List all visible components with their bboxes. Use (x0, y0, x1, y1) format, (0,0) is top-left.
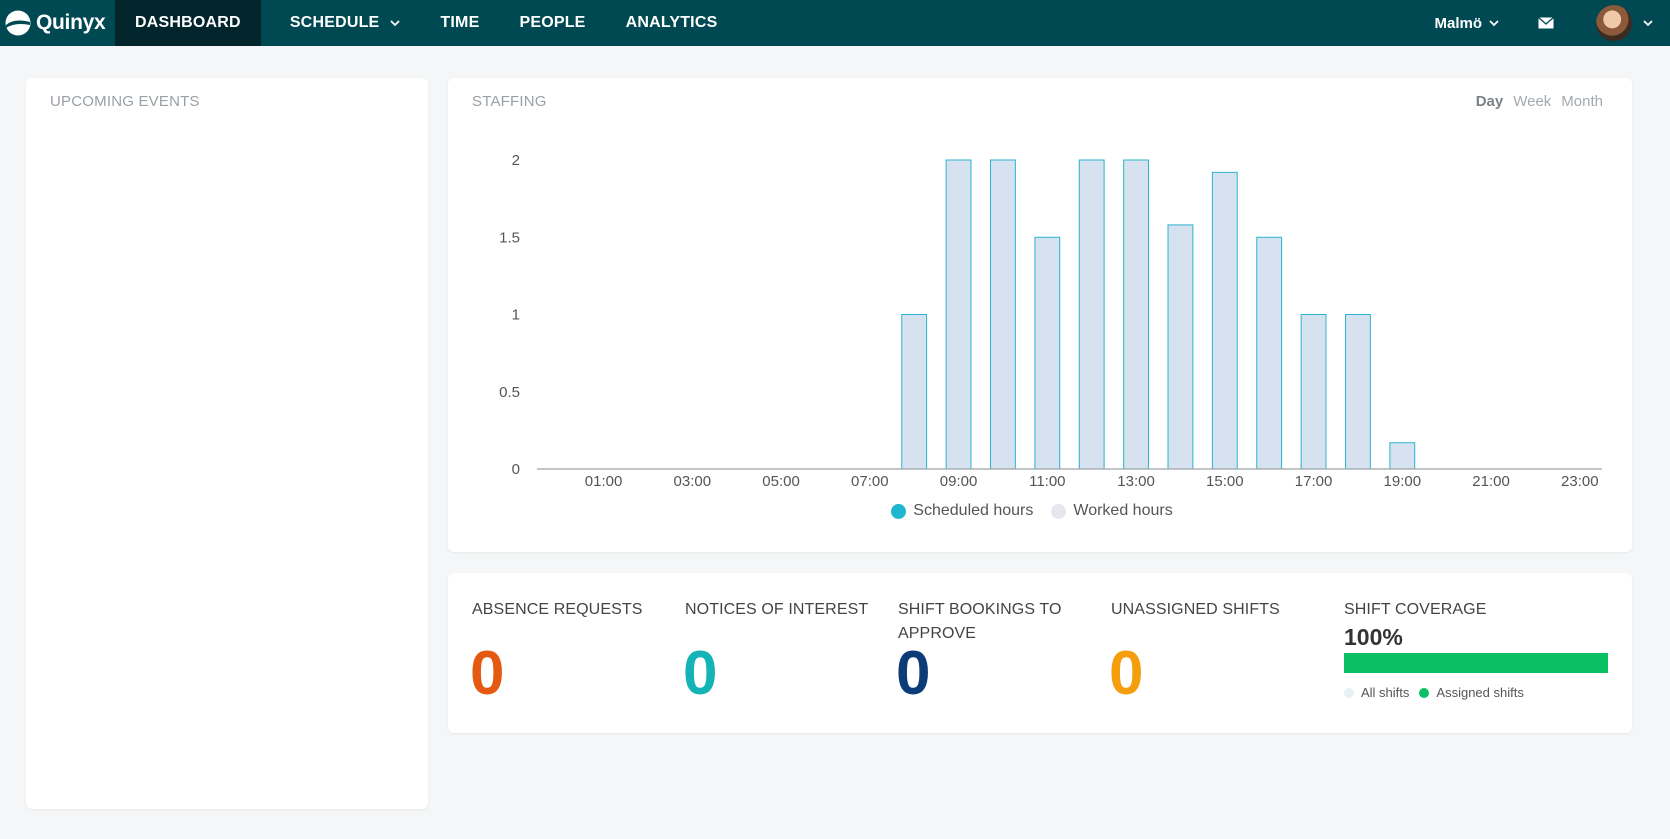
chevron-down-icon (1489, 20, 1499, 27)
nav-people[interactable]: PEOPLE (519, 0, 585, 46)
y-tick-label: 0 (512, 461, 520, 478)
bar-15:00[interactable] (1211, 171, 1238, 470)
logo-text: Quinyx (36, 11, 106, 34)
top-navigation-bar: Quinyx DASHBOARD SCHEDULE TIME PEOPLE AN… (0, 0, 1670, 46)
stat-value-absence: 0 (470, 639, 505, 708)
bar-16:00[interactable] (1256, 236, 1283, 470)
y-tick-label: 0.5 (499, 384, 520, 401)
coverage-legend-assigned-dot (1419, 687, 1430, 698)
y-tick-label: 1 (512, 307, 520, 324)
coverage-bar-fill (1344, 653, 1608, 673)
location-selector[interactable]: Malmö (1434, 15, 1500, 32)
legend-scheduled-dot (891, 503, 907, 519)
stat-notices-of-interest[interactable]: NOTICES OF INTEREST (685, 598, 868, 622)
stat-unassigned-shifts[interactable]: UNASSIGNED SHIFTS (1111, 598, 1280, 622)
x-tick-label: 03:00 (674, 473, 712, 490)
stat-label: NOTICES OF INTEREST (685, 601, 869, 618)
bar-18:00[interactable] (1345, 314, 1371, 470)
coverage-legend-all-dot (1344, 687, 1354, 698)
chevron-down-icon (390, 20, 401, 27)
coverage-legend-all: All shifts (1344, 685, 1409, 700)
x-tick-label: 11:00 (1029, 473, 1065, 490)
nav-schedule[interactable]: SCHEDULE (290, 0, 402, 46)
x-tick-label: 07:00 (851, 473, 889, 490)
coverage-legend: All shifts Assigned shifts (1344, 685, 1608, 700)
bar-08:00[interactable] (901, 314, 928, 470)
stat-value-notices: 0 (683, 639, 718, 708)
x-tick-label: 17:00 (1295, 473, 1333, 490)
legend-worked-dot (1051, 503, 1067, 519)
x-tick-label: 01:00 (585, 473, 623, 490)
nav-dashboard-label: DASHBOARD (135, 14, 241, 31)
stat-absence-requests[interactable]: ABSENCE REQUESTS (472, 598, 643, 622)
chevron-down-icon[interactable] (1642, 17, 1654, 29)
coverage-bar (1344, 653, 1608, 673)
upcoming-events-card: UPCOMING EVENTS (26, 78, 428, 809)
location-label: Malmö (1434, 14, 1482, 32)
nav-schedule-label: SCHEDULE (289, 14, 380, 31)
nav-dashboard[interactable]: DASHBOARD (115, 0, 261, 46)
staffing-chart: 0 0.5 1 1.5 2 01:00 03:00 05:00 07:00 09:00 11:00 1… (499, 152, 1602, 490)
bar-13:00[interactable] (1123, 159, 1149, 470)
bar-17:00[interactable] (1300, 314, 1327, 470)
nav-analytics[interactable]: ANALYTICS (626, 0, 718, 46)
quinyx-logo-icon (5, 10, 31, 36)
staffing-card: STAFFING Day Week Month 0 0.5 1 1.5 2 01:00 03… (448, 78, 1632, 552)
legend-worked-label: Worked hours (1073, 502, 1173, 519)
y-tick-label: 2 (512, 152, 520, 169)
bar-19:00[interactable] (1389, 442, 1416, 470)
x-tick-label: 15:00 (1206, 473, 1244, 490)
quinyx-logo[interactable]: Quinyx (0, 0, 115, 46)
nav-people-label: PEOPLE (519, 14, 586, 31)
coverage-percent: 100% (1344, 624, 1403, 650)
x-tick-label: 23:00 (1561, 473, 1599, 490)
coverage-legend-assigned-label: Assigned shifts (1436, 685, 1524, 700)
shift-coverage[interactable]: SHIFT COVERAGE 100% All shifts Assigned … (1344, 598, 1608, 700)
nav-analytics-label: ANALYTICS (625, 14, 718, 31)
legend-worked-hours[interactable]: Worked hours (1051, 502, 1173, 520)
bar-09:00[interactable] (945, 159, 972, 470)
bar-12:00[interactable] (1078, 159, 1105, 470)
bar-10:00[interactable] (990, 159, 1016, 470)
legend-scheduled-hours[interactable]: Scheduled hours (891, 502, 1033, 520)
user-avatar[interactable] (1596, 5, 1632, 41)
coverage-title: SHIFT COVERAGE (1344, 601, 1487, 618)
x-tick-label: 05:00 (762, 473, 800, 490)
legend-scheduled-label: Scheduled hours (913, 502, 1034, 519)
x-tick-label: 19:00 (1384, 473, 1422, 490)
bar-14:00[interactable] (1167, 224, 1194, 470)
chart-legend: Scheduled hours Worked hours (440, 502, 1624, 520)
x-tick-label: 09:00 (940, 473, 978, 490)
y-tick-label: 1.5 (499, 229, 520, 246)
coverage-legend-assigned: Assigned shifts (1419, 685, 1524, 700)
coverage-legend-all-label: All shifts (1361, 685, 1410, 700)
stats-card: ABSENCE REQUESTS 0 NOTICES OF INTEREST 0… (448, 573, 1632, 733)
nav-time-label: TIME (440, 14, 480, 31)
stat-value-bookings: 0 (896, 639, 931, 708)
x-tick-label: 13:00 (1117, 473, 1155, 490)
nav-time[interactable]: TIME (440, 0, 479, 46)
nav-right-group: Malmö (1434, 0, 1670, 46)
stat-label: ABSENCE REQUESTS (472, 601, 643, 618)
upcoming-events-title: UPCOMING EVENTS (50, 93, 200, 110)
bar-11:00[interactable] (1034, 236, 1061, 470)
x-tick-label: 21:00 (1472, 473, 1510, 490)
stat-value-unassigned: 0 (1109, 639, 1144, 708)
stat-label: UNASSIGNED SHIFTS (1111, 601, 1280, 618)
mail-icon[interactable] (1538, 17, 1554, 29)
